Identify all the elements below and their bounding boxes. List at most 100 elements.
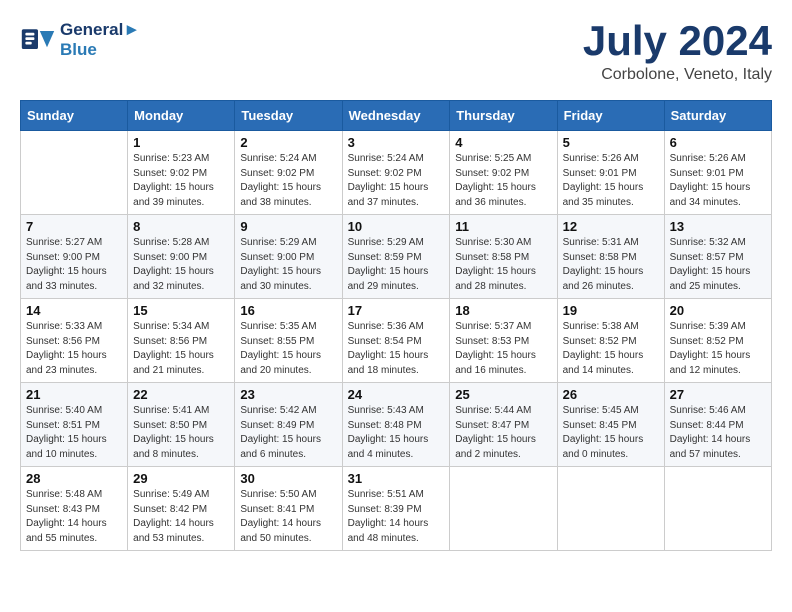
weekday-header-monday: Monday <box>128 101 235 131</box>
day-number: 15 <box>133 303 229 318</box>
logo-icon <box>20 22 56 58</box>
day-info: Sunrise: 5:30 AMSunset: 8:58 PMDaylight:… <box>455 236 551 294</box>
day-number: 27 <box>670 387 766 402</box>
calendar-cell: 4 Sunrise: 5:25 AMSunset: 9:02 PMDaylight… <box>450 131 557 215</box>
day-info: Sunrise: 5:29 AMSunset: 8:59 PMDaylight:… <box>348 236 445 294</box>
day-number: 3 <box>348 135 445 150</box>
weekday-header-wednesday: Wednesday <box>342 101 450 131</box>
calendar-cell: 11 Sunrise: 5:30 AMSunset: 8:58 PMDayligh… <box>450 215 557 299</box>
day-number: 16 <box>240 303 336 318</box>
day-info: Sunrise: 5:33 AMSunset: 8:56 PMDaylight:… <box>26 320 122 378</box>
day-info: Sunrise: 5:41 AMSunset: 8:50 PMDaylight:… <box>133 404 229 462</box>
day-number: 28 <box>26 471 122 486</box>
day-info: Sunrise: 5:46 AMSunset: 8:44 PMDaylight:… <box>670 404 766 462</box>
calendar-cell <box>21 131 128 215</box>
calendar-cell: 16 Sunrise: 5:35 AMSunset: 8:55 PMDayligh… <box>235 299 342 383</box>
calendar-cell: 31 Sunrise: 5:51 AMSunset: 8:39 PMDayligh… <box>342 467 450 551</box>
calendar-cell <box>557 467 664 551</box>
calendar-cell: 15 Sunrise: 5:34 AMSunset: 8:56 PMDayligh… <box>128 299 235 383</box>
day-info: Sunrise: 5:49 AMSunset: 8:42 PMDaylight:… <box>133 488 229 546</box>
day-number: 31 <box>348 471 445 486</box>
calendar-cell: 8 Sunrise: 5:28 AMSunset: 9:00 PMDaylight… <box>128 215 235 299</box>
calendar-cell: 18 Sunrise: 5:37 AMSunset: 8:53 PMDayligh… <box>450 299 557 383</box>
weekday-header-sunday: Sunday <box>21 101 128 131</box>
calendar-cell: 29 Sunrise: 5:49 AMSunset: 8:42 PMDayligh… <box>128 467 235 551</box>
calendar-cell: 17 Sunrise: 5:36 AMSunset: 8:54 PMDayligh… <box>342 299 450 383</box>
day-number: 2 <box>240 135 336 150</box>
day-number: 22 <box>133 387 229 402</box>
day-info: Sunrise: 5:24 AMSunset: 9:02 PMDaylight:… <box>348 152 445 210</box>
calendar-cell: 23 Sunrise: 5:42 AMSunset: 8:49 PMDayligh… <box>235 383 342 467</box>
calendar-cell: 24 Sunrise: 5:43 AMSunset: 8:48 PMDayligh… <box>342 383 450 467</box>
calendar-cell: 25 Sunrise: 5:44 AMSunset: 8:47 PMDayligh… <box>450 383 557 467</box>
day-number: 25 <box>455 387 551 402</box>
calendar-week-3: 14Sunrise: 5:33 AMSunset: 8:56 PMDayligh… <box>21 299 772 383</box>
day-info: Sunrise: 5:26 AMSunset: 9:01 PMDaylight:… <box>563 152 659 210</box>
month-title: July 2024 <box>583 20 772 62</box>
day-info: Sunrise: 5:27 AMSunset: 9:00 PMDaylight:… <box>26 236 122 294</box>
day-number: 10 <box>348 219 445 234</box>
day-info: Sunrise: 5:28 AMSunset: 9:00 PMDaylight:… <box>133 236 229 294</box>
day-info: Sunrise: 5:38 AMSunset: 8:52 PMDaylight:… <box>563 320 659 378</box>
day-number: 8 <box>133 219 229 234</box>
day-info: Sunrise: 5:45 AMSunset: 8:45 PMDaylight:… <box>563 404 659 462</box>
day-info: Sunrise: 5:50 AMSunset: 8:41 PMDaylight:… <box>240 488 336 546</box>
day-number: 1 <box>133 135 229 150</box>
day-number: 4 <box>455 135 551 150</box>
title-area: July 2024 Corbolone, Veneto, Italy <box>583 20 772 84</box>
calendar-cell: 2 Sunrise: 5:24 AMSunset: 9:02 PMDaylight… <box>235 131 342 215</box>
day-info: Sunrise: 5:34 AMSunset: 8:56 PMDaylight:… <box>133 320 229 378</box>
day-info: Sunrise: 5:29 AMSunset: 9:00 PMDaylight:… <box>240 236 336 294</box>
calendar-cell: 21Sunrise: 5:40 AMSunset: 8:51 PMDayligh… <box>21 383 128 467</box>
day-number: 7 <box>26 219 122 234</box>
day-number: 9 <box>240 219 336 234</box>
calendar-cell: 1 Sunrise: 5:23 AMSunset: 9:02 PMDaylight… <box>128 131 235 215</box>
logo: General► Blue <box>20 20 140 60</box>
day-number: 11 <box>455 219 551 234</box>
weekday-header-friday: Friday <box>557 101 664 131</box>
day-number: 6 <box>670 135 766 150</box>
calendar-cell: 7 Sunrise: 5:27 AMSunset: 9:00 PMDaylight… <box>21 215 128 299</box>
calendar-cell: 19 Sunrise: 5:38 AMSunset: 8:52 PMDayligh… <box>557 299 664 383</box>
day-info: Sunrise: 5:31 AMSunset: 8:58 PMDaylight:… <box>563 236 659 294</box>
calendar-cell: 30Sunrise: 5:50 AMSunset: 8:41 PMDayligh… <box>235 467 342 551</box>
day-number: 18 <box>455 303 551 318</box>
day-info: Sunrise: 5:42 AMSunset: 8:49 PMDaylight:… <box>240 404 336 462</box>
day-info: Sunrise: 5:43 AMSunset: 8:48 PMDaylight:… <box>348 404 445 462</box>
calendar-cell: 6Sunrise: 5:26 AMSunset: 9:01 PMDaylight… <box>664 131 771 215</box>
day-info: Sunrise: 5:44 AMSunset: 8:47 PMDaylight:… <box>455 404 551 462</box>
day-info: Sunrise: 5:37 AMSunset: 8:53 PMDaylight:… <box>455 320 551 378</box>
day-info: Sunrise: 5:24 AMSunset: 9:02 PMDaylight:… <box>240 152 336 210</box>
calendar-week-2: 7 Sunrise: 5:27 AMSunset: 9:00 PMDaylight… <box>21 215 772 299</box>
day-info: Sunrise: 5:40 AMSunset: 8:51 PMDaylight:… <box>26 404 122 462</box>
calendar-cell: 3 Sunrise: 5:24 AMSunset: 9:02 PMDaylight… <box>342 131 450 215</box>
day-info: Sunrise: 5:48 AMSunset: 8:43 PMDaylight:… <box>26 488 122 546</box>
day-info: Sunrise: 5:51 AMSunset: 8:39 PMDaylight:… <box>348 488 445 546</box>
weekday-header-tuesday: Tuesday <box>235 101 342 131</box>
day-info: Sunrise: 5:25 AMSunset: 9:02 PMDaylight:… <box>455 152 551 210</box>
day-info: Sunrise: 5:23 AMSunset: 9:02 PMDaylight:… <box>133 152 229 210</box>
day-number: 19 <box>563 303 659 318</box>
day-number: 17 <box>348 303 445 318</box>
location: Corbolone, Veneto, Italy <box>583 66 772 84</box>
day-number: 29 <box>133 471 229 486</box>
day-number: 13 <box>670 219 766 234</box>
day-number: 20 <box>670 303 766 318</box>
day-info: Sunrise: 5:36 AMSunset: 8:54 PMDaylight:… <box>348 320 445 378</box>
calendar-cell: 27 Sunrise: 5:46 AMSunset: 8:44 PMDayligh… <box>664 383 771 467</box>
logo-text: General► Blue <box>60 20 140 60</box>
calendar-cell: 9 Sunrise: 5:29 AMSunset: 9:00 PMDaylight… <box>235 215 342 299</box>
day-number: 26 <box>563 387 659 402</box>
day-number: 5 <box>563 135 659 150</box>
day-info: Sunrise: 5:32 AMSunset: 8:57 PMDaylight:… <box>670 236 766 294</box>
day-info: Sunrise: 5:35 AMSunset: 8:55 PMDaylight:… <box>240 320 336 378</box>
day-number: 23 <box>240 387 336 402</box>
day-info: Sunrise: 5:39 AMSunset: 8:52 PMDaylight:… <box>670 320 766 378</box>
weekday-header-row: SundayMondayTuesdayWednesdayThursdayFrid… <box>21 101 772 131</box>
calendar-cell: 20 Sunrise: 5:39 AMSunset: 8:52 PMDayligh… <box>664 299 771 383</box>
calendar-cell: 5 Sunrise: 5:26 AMSunset: 9:01 PMDaylight… <box>557 131 664 215</box>
day-number: 24 <box>348 387 445 402</box>
calendar-cell: 28 Sunrise: 5:48 AMSunset: 8:43 PMDayligh… <box>21 467 128 551</box>
calendar-cell <box>450 467 557 551</box>
calendar-cell: 22 Sunrise: 5:41 AMSunset: 8:50 PMDayligh… <box>128 383 235 467</box>
